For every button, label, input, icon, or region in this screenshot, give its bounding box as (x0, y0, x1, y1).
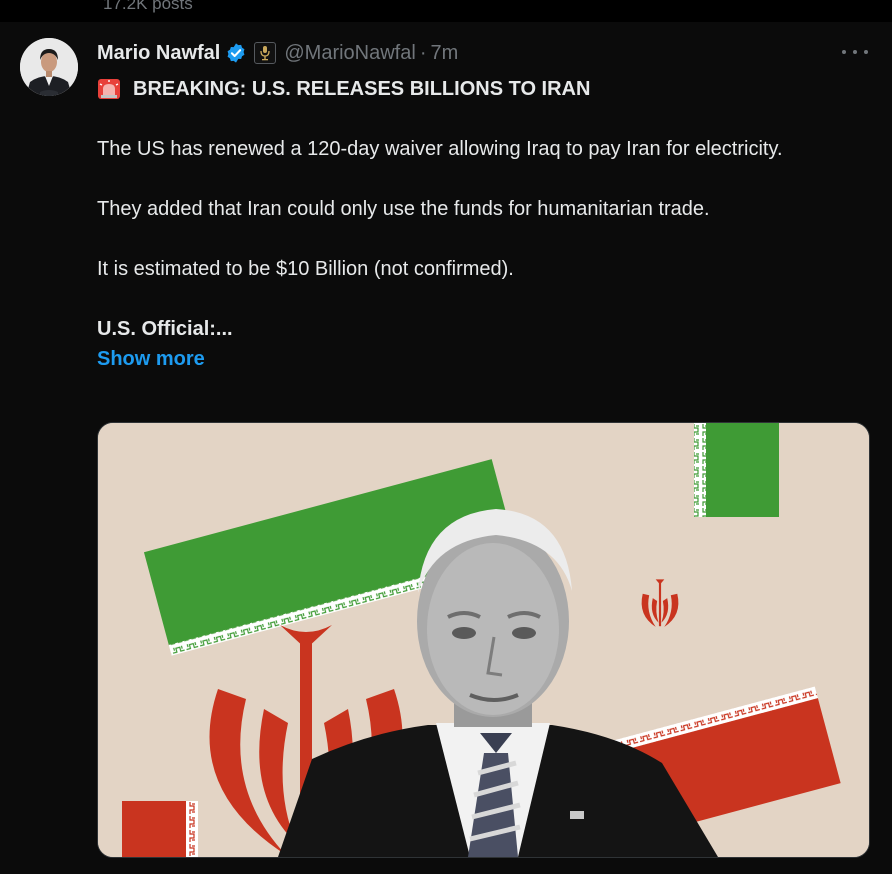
author-name[interactable]: Mario Nawfal (97, 42, 220, 65)
paragraph-3: It is estimated to be $10 Billion (not c… (97, 258, 514, 280)
post-count: 17.2K posts (103, 0, 193, 13)
headline-text: BREAKING: U.S. RELEASES BILLIONS TO IRAN (133, 78, 591, 100)
siren-emoji-icon (98, 79, 120, 99)
paragraph-2: They added that Iran could only use the … (97, 198, 710, 220)
headline: BREAKING: U.S. RELEASES BILLIONS TO IRAN (97, 74, 867, 104)
tweet-header: Mario Nawfal @MarioNawfal · 7m (97, 40, 458, 66)
show-more-link[interactable]: Show more (97, 344, 867, 374)
top-bar: 17.2K posts (0, 0, 892, 22)
affiliate-badge-icon[interactable] (254, 42, 277, 64)
author-handle[interactable]: @MarioNawfal (284, 42, 415, 65)
avatar-image (20, 38, 78, 96)
more-options-icon[interactable] (842, 45, 868, 59)
tweet[interactable]: Mario Nawfal @MarioNawfal · 7m BREAKING:… (0, 22, 892, 874)
truncated-line: U.S. Official:... (97, 318, 233, 340)
separator-dot: · (419, 41, 427, 64)
media-illustration (98, 423, 869, 857)
timestamp[interactable]: 7m (430, 42, 458, 65)
tweet-text: BREAKING: U.S. RELEASES BILLIONS TO IRAN… (97, 74, 867, 374)
paragraph-1: The US has renewed a 120-day waiver allo… (97, 138, 783, 160)
tweet-media-image[interactable] (97, 422, 870, 858)
avatar[interactable] (20, 38, 78, 96)
verified-badge-icon[interactable] (225, 42, 247, 64)
